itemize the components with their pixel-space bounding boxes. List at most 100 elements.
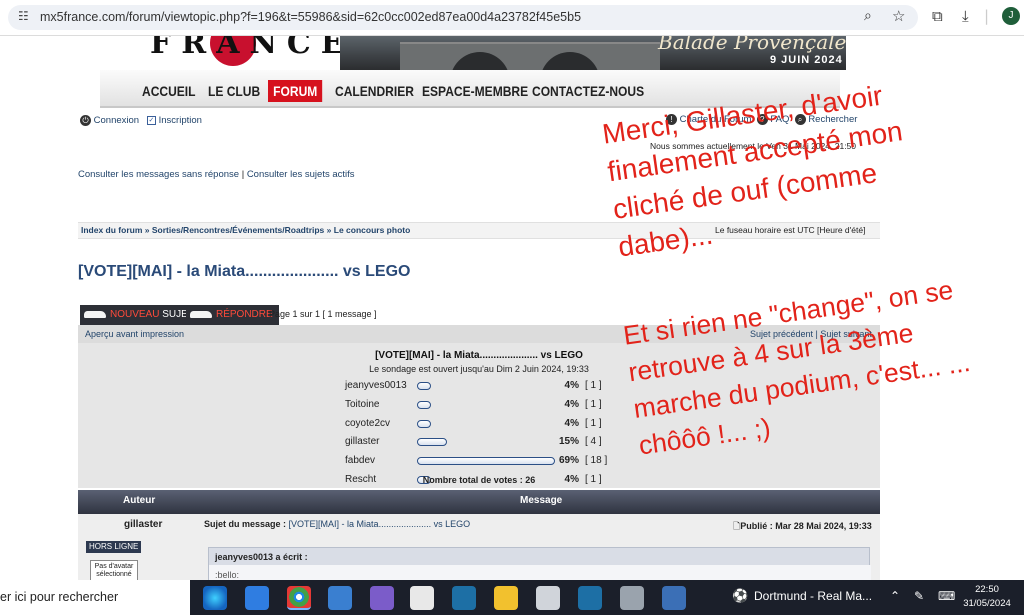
app-icon[interactable] xyxy=(578,586,602,610)
poll-option-percent: 69% xyxy=(559,455,580,467)
link-separator: | xyxy=(241,169,245,180)
poll-option-bar xyxy=(417,400,431,409)
app-icon[interactable] xyxy=(536,586,560,610)
poll-option-name: coyote2cv xyxy=(345,417,391,429)
poll-option-bar xyxy=(417,457,555,466)
topic-title[interactable]: [VOTE][MAI] - la Miata..................… xyxy=(78,263,410,281)
site-logo[interactable]: FRANCE xyxy=(140,36,344,70)
logo-text: FRANCE xyxy=(150,36,354,61)
poll-option: gillaster 15% [ 4 ] xyxy=(345,435,625,449)
folder-icon[interactable] xyxy=(494,586,518,610)
nav-contactez-nous[interactable]: CONTACTEZ-NOUS xyxy=(532,80,644,102)
new-topic-button[interactable]: Nouveau Sujet xyxy=(80,305,200,325)
event-banner[interactable]: Balade Provençale 9 JUIN 2024 xyxy=(340,36,846,70)
address-bar[interactable]: ☷ mx5france.com/forum/viewtopic.php?f=19… xyxy=(8,5,918,30)
poll-option: Toitoine 4% [ 1 ] xyxy=(345,398,625,412)
poll-option-percent: 4% xyxy=(564,398,579,410)
nav-accueil[interactable]: ACCUEIL xyxy=(142,80,196,102)
crumb-sorties[interactable]: Sorties/Rencontres/Événements/Roadtrips xyxy=(152,225,324,235)
active-topics-link[interactable]: Consulter les sujets actifs xyxy=(247,169,355,180)
power-icon: ⏻ xyxy=(80,115,91,126)
quote-block: jeanyves0013 a écrit : :bello: xyxy=(208,547,871,580)
poll-option-count: [ 18 ] xyxy=(585,455,608,467)
post-date: 🗋Publié : Mar 28 Mai 2024, 19:33 xyxy=(733,519,872,535)
crumb-sep: » xyxy=(326,225,332,235)
user-links: ⏻ Connexion ✓ Inscription xyxy=(80,115,202,126)
crumb-index[interactable]: Index du forum xyxy=(81,225,142,235)
car-icon xyxy=(84,311,106,318)
edge-icon[interactable] xyxy=(203,586,227,610)
windows-taskbar: er ici pour rechercher ⚽ Dortmund - Real… xyxy=(0,580,1024,615)
offline-badge: HORS LIGNE xyxy=(86,541,142,553)
browser-toolbar: ☷ mx5france.com/forum/viewtopic.php?f=19… xyxy=(0,0,1024,36)
quote-body: :bello: xyxy=(209,565,871,580)
extensions-icon[interactable]: ⧉ xyxy=(932,7,943,25)
store-icon[interactable] xyxy=(410,586,434,610)
clock-date: 31/05/2024 xyxy=(963,598,1011,609)
print-preview-link[interactable]: Aperçu avant impression xyxy=(85,329,184,339)
quick-links: Consulter les messages sans réponse | Co… xyxy=(78,169,355,180)
nav-espace-membre[interactable]: ESPACE-MEMBRE xyxy=(422,80,528,102)
poll-option-name: gillaster xyxy=(345,436,380,448)
subject-label: Sujet du message : xyxy=(204,519,287,529)
pagination: Page 1 sur 1 [ 1 message ] xyxy=(269,309,377,319)
toolbar-divider: | xyxy=(984,7,990,25)
register-checkbox-icon: ✓ xyxy=(146,116,156,125)
event-title: Balade Provençale xyxy=(658,36,846,54)
subject-link[interactable]: [VOTE][MAI] - la Miata..................… xyxy=(289,519,471,529)
pen-icon[interactable]: ✎ xyxy=(914,589,924,603)
quote-author: jeanyves0013 a écrit : xyxy=(215,552,308,562)
crumb-concours[interactable]: Le concours photo xyxy=(334,225,411,235)
chrome-icon[interactable] xyxy=(287,586,311,610)
reply-button[interactable]: Répondre xyxy=(186,305,279,325)
keyboard-icon[interactable]: ⌨ xyxy=(938,589,955,603)
poll-option-count: [ 1 ] xyxy=(585,398,602,410)
bookmark-star-icon[interactable]: ☆ xyxy=(892,7,905,25)
chevron-up-icon[interactable]: ⌃ xyxy=(890,589,900,603)
post-subject: Sujet du message : [VOTE][MAI] - la Miat… xyxy=(204,519,470,529)
nav-forum[interactable]: FORUM xyxy=(268,80,323,102)
poll-option-percent: 15% xyxy=(559,436,580,448)
post-row: gillaster HORS LIGNE Pas d'avatar sélect… xyxy=(78,514,880,580)
taskbar-search-placeholder: er ici pour rechercher xyxy=(0,590,119,604)
mail-icon[interactable] xyxy=(245,586,269,610)
taskbar-search[interactable]: er ici pour rechercher xyxy=(0,580,190,615)
poll-option-count: [ 4 ] xyxy=(585,436,602,448)
nav-calendrier[interactable]: CALENDRIER xyxy=(335,80,414,102)
unanswered-link[interactable]: Consulter les messages sans réponse xyxy=(78,169,239,180)
calculator-icon[interactable] xyxy=(620,586,644,610)
published-text: Publié : Mar 28 Mai 2024, 19:33 xyxy=(740,521,872,531)
download-icon[interactable]: ⤓ xyxy=(962,7,969,25)
app-icon[interactable] xyxy=(370,586,394,610)
zoom-icon[interactable]: ⌕ xyxy=(864,8,872,24)
event-date: 9 JUIN 2024 xyxy=(770,54,843,66)
poll-option-name: fabdev xyxy=(345,455,376,467)
message-column-header: Message xyxy=(520,495,563,506)
app-icon[interactable] xyxy=(452,586,476,610)
poll-option-bar xyxy=(417,419,431,428)
app-icon[interactable] xyxy=(662,586,686,610)
poll-option: coyote2cv 4% [ 1 ] xyxy=(345,417,625,431)
author-column-header: Auteur xyxy=(123,495,156,506)
reply-label: Répondre xyxy=(216,309,273,320)
poll-option-bar xyxy=(417,438,447,447)
profile-avatar[interactable]: J xyxy=(1002,7,1020,25)
nav-le-club[interactable]: LE CLUB xyxy=(208,80,260,102)
clock[interactable]: 22:50 31/05/2024 xyxy=(962,583,1012,611)
banner-bridge xyxy=(400,42,660,70)
web-page: FRANCE Balade Provençale 9 JUIN 2024 ACC… xyxy=(0,36,1024,580)
news-widget[interactable]: Dortmund - Real Ma... xyxy=(754,589,872,603)
login-link[interactable]: Connexion xyxy=(94,115,139,126)
register-link[interactable]: Inscription xyxy=(159,115,202,126)
football-icon: ⚽ xyxy=(732,589,749,604)
poll-option-name: jeanyves0013 xyxy=(345,380,407,391)
url-text[interactable]: mx5france.com/forum/viewtopic.php?f=196&… xyxy=(40,10,581,24)
car-icon xyxy=(190,311,212,318)
poll-option-percent: 4% xyxy=(564,417,579,429)
app-icon[interactable] xyxy=(328,586,352,610)
poll-option-bar xyxy=(417,382,431,390)
new-topic-label: Nouveau xyxy=(110,309,160,320)
site-info-icon[interactable]: ☷ xyxy=(18,9,29,23)
post-author[interactable]: gillaster xyxy=(124,519,162,530)
poll-option-count: [ 1 ] xyxy=(585,417,602,429)
